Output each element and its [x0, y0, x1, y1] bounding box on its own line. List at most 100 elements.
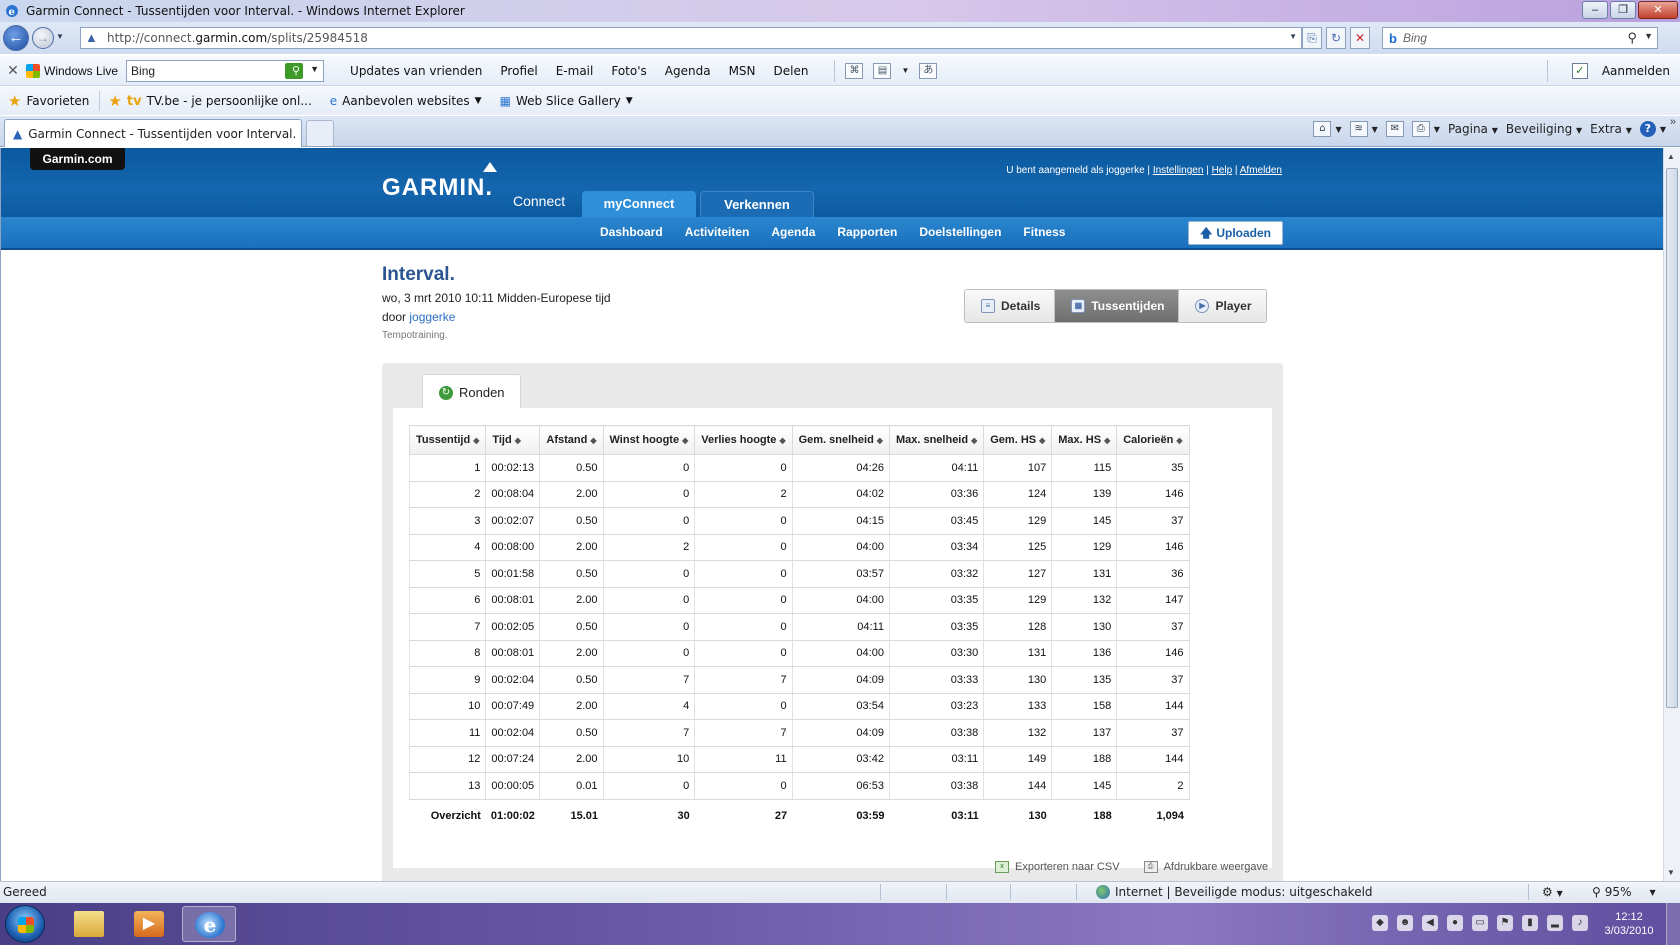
tab-ronden[interactable]: ↻ Ronden — [422, 374, 521, 410]
nav-rapporten[interactable]: Rapporten — [837, 217, 897, 248]
printable-view-link[interactable]: ⎙ Afdrukbare weergave — [1143, 861, 1268, 873]
back-button[interactable]: ← — [3, 25, 29, 51]
sort-icon[interactable]: ◆ — [1104, 436, 1110, 445]
address-dropdown-icon[interactable]: ▼ — [1289, 32, 1297, 41]
live-highlight-dropdown-icon[interactable]: ▼ — [901, 66, 909, 75]
search-icon[interactable]: ⚲ — [1627, 30, 1637, 46]
restore-button[interactable]: ❐ — [1610, 1, 1636, 19]
close-toolbar-icon[interactable]: ✕ — [0, 62, 26, 79]
nav-agenda[interactable]: Agenda — [771, 217, 815, 248]
more-commands-icon[interactable]: » — [1670, 116, 1676, 128]
history-dropdown-icon[interactable]: ▼ — [56, 32, 64, 41]
logout-link[interactable]: Afmelden — [1240, 165, 1282, 176]
extra-menu[interactable]: Extra ▼ — [1590, 122, 1632, 136]
sort-icon[interactable]: ◆ — [1176, 436, 1182, 445]
mail-icon[interactable]: ✉ — [1385, 121, 1404, 137]
sort-icon[interactable]: ◆ — [473, 436, 479, 445]
nav-dashboard[interactable]: Dashboard — [600, 217, 663, 248]
power-tray-icon[interactable]: ▮ — [1522, 915, 1538, 931]
feeds-icon[interactable]: ≋ — [1349, 121, 1368, 137]
live-link-agenda[interactable]: Agenda — [665, 64, 711, 78]
taskbar-internet-explorer[interactable]: e — [182, 906, 236, 942]
display-tray-icon[interactable]: ▭ — [1472, 915, 1488, 931]
column-header[interactable]: Tijd ◆ — [485, 425, 541, 455]
forward-button[interactable]: → — [32, 27, 54, 49]
view-player-button[interactable]: ▶ Player — [1179, 290, 1266, 322]
volume-mute-tray-icon[interactable]: ◀ — [1422, 915, 1438, 931]
sort-icon[interactable]: ◆ — [682, 436, 688, 445]
sort-icon[interactable]: ◆ — [590, 436, 596, 445]
scroll-thumb[interactable] — [1666, 168, 1678, 708]
antivirus-tray-icon[interactable]: ● — [1447, 915, 1463, 931]
live-search-dropdown-icon[interactable]: ▼ — [306, 64, 319, 74]
action-center-tray-icon[interactable]: ⚑ — [1497, 915, 1513, 931]
windows-live-menu[interactable]: Windows Live — [26, 63, 118, 78]
live-link-delen[interactable]: Delen — [774, 64, 809, 78]
nav-fitness[interactable]: Fitness — [1023, 217, 1065, 248]
live-tool-icon[interactable]: ⌘ — [845, 62, 864, 79]
scroll-down-icon[interactable]: ▼ — [1667, 868, 1675, 877]
show-desktop-button[interactable] — [1666, 903, 1680, 945]
start-button[interactable] — [5, 905, 45, 943]
system-clock[interactable]: 12:12 3/03/2010 — [1594, 910, 1664, 938]
live-search-input[interactable]: Bing ⚲ ▼ — [126, 59, 325, 82]
close-button[interactable]: ✕ — [1638, 1, 1678, 19]
live-search-go-icon[interactable]: ⚲ — [285, 62, 304, 79]
address-bar[interactable]: ▲ http://connect.garmin.com/splits/25984… — [80, 27, 1302, 49]
column-header[interactable]: Verlies hoogte ◆ — [694, 425, 793, 455]
nav-doelstellingen[interactable]: Doelstellingen — [919, 217, 1001, 248]
column-header[interactable]: Gem. snelheid ◆ — [791, 425, 890, 455]
column-header[interactable]: Max. snelheid ◆ — [888, 425, 985, 455]
settings-link[interactable]: Instellingen — [1153, 165, 1204, 176]
sort-icon[interactable]: ◆ — [515, 436, 521, 445]
export-csv-link[interactable]: x Exporteren naar CSV — [995, 861, 1120, 873]
sort-icon[interactable]: ◆ — [877, 436, 883, 445]
live-link-msn[interactable]: MSN — [729, 64, 756, 78]
live-link-profiel[interactable]: Profiel — [500, 64, 537, 78]
tab-verkennen[interactable]: Verkennen — [700, 191, 814, 217]
security-zone[interactable]: Internet | Beveiligde modus: uitgeschake… — [1096, 885, 1373, 899]
live-highlight-icon[interactable]: ▤ — [873, 62, 892, 79]
new-tab-button[interactable] — [306, 120, 334, 146]
minimize-button[interactable]: – — [1582, 1, 1608, 19]
column-header[interactable]: Gem. HS ◆ — [983, 425, 1053, 455]
view-tussentijden-button[interactable]: ▦ Tussentijden — [1055, 290, 1180, 322]
live-link-fotos[interactable]: Foto's — [611, 64, 646, 78]
nvidia-tray-icon[interactable]: ◆ — [1372, 915, 1388, 931]
print-icon[interactable]: ⎙ — [1411, 121, 1430, 137]
stop-icon[interactable]: ✕ — [1350, 27, 1370, 49]
view-details-button[interactable]: ≡ Details — [965, 290, 1056, 322]
messenger-status-icon[interactable]: ✓ — [1571, 63, 1588, 79]
speaker-tray-icon[interactable]: ♪ — [1572, 915, 1588, 931]
signin-link[interactable]: Aanmelden — [1602, 64, 1670, 78]
network-tray-icon[interactable]: ▂ — [1547, 915, 1563, 931]
feeds-dropdown-icon[interactable]: ▼ — [1372, 125, 1378, 134]
taskbar-explorer[interactable] — [62, 906, 116, 942]
column-header[interactable]: Winst hoogte ◆ — [602, 425, 696, 455]
scroll-up-icon[interactable]: ▲ — [1667, 152, 1675, 161]
garmin-logo[interactable]: GARMIN. — [382, 162, 497, 202]
refresh-icon[interactable]: ↻ — [1326, 27, 1346, 49]
help-icon[interactable]: ? — [1639, 121, 1656, 137]
compatibility-icon[interactable]: ⎘ — [1302, 27, 1322, 49]
search-dropdown-icon[interactable]: ▼ — [1644, 31, 1653, 41]
help-dropdown-icon[interactable]: ▼ — [1660, 125, 1666, 134]
tab-garmin-connect[interactable]: ▲ Garmin Connect - Tussentijden voor Int… — [4, 119, 302, 147]
column-header[interactable]: Afstand ◆ — [539, 425, 604, 455]
column-header[interactable]: Tussentijd ◆ — [408, 425, 487, 455]
vertical-scrollbar[interactable]: ▲ ▼ — [1663, 148, 1680, 881]
favorite-aanbevolen[interactable]: e Aanbevolen websites ▼ — [330, 94, 482, 108]
search-input[interactable]: b Bing ⚲ ▼ — [1382, 27, 1658, 49]
column-header[interactable]: Max. HS ◆ — [1051, 425, 1118, 455]
column-header[interactable]: Calorieën ◆ — [1116, 425, 1190, 455]
home-icon[interactable]: ⌂ — [1313, 121, 1332, 137]
sort-icon[interactable]: ◆ — [971, 436, 977, 445]
upload-button[interactable]: 🡅 Uploaden — [1188, 221, 1283, 245]
live-link-email[interactable]: E-mail — [556, 64, 594, 78]
nav-activiteiten[interactable]: Activiteiten — [685, 217, 750, 248]
taskbar-media-player[interactable]: ▶ — [122, 906, 176, 942]
owner-link[interactable]: joggerke — [409, 310, 455, 324]
live-link-updates[interactable]: Updates van vrienden — [350, 64, 482, 78]
print-dropdown-icon[interactable]: ▼ — [1434, 125, 1440, 134]
beveiliging-menu[interactable]: Beveiliging ▼ — [1506, 122, 1582, 136]
